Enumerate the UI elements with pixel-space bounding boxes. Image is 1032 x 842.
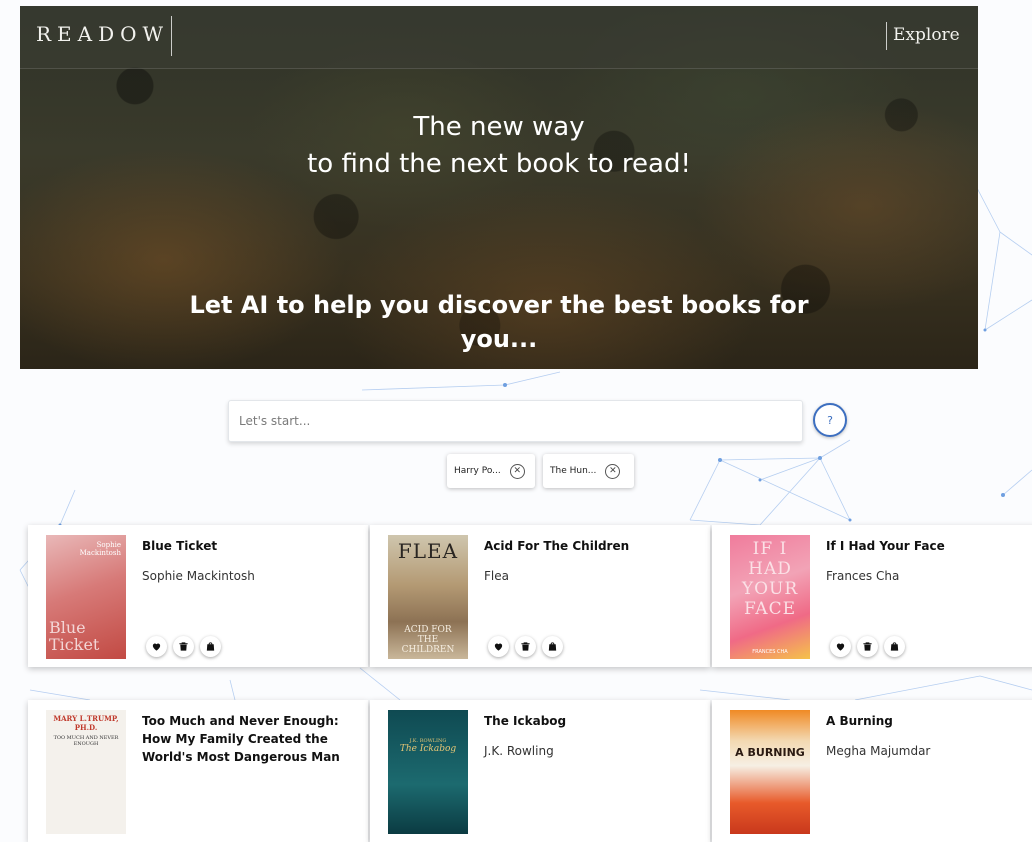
- delete-button[interactable]: [515, 636, 536, 657]
- book-author: Frances Cha: [826, 569, 900, 583]
- book-author: Sophie Mackintosh: [142, 569, 255, 583]
- chip-label: The Hun...: [550, 466, 597, 476]
- like-button[interactable]: [830, 636, 851, 657]
- cover-title-text: ACID FOR THE CHILDREN: [401, 625, 455, 655]
- bag-icon: [206, 642, 215, 651]
- book-cover[interactable]: IF I HAD YOUR FACE FRANCES CHA: [730, 535, 810, 659]
- book-card[interactable]: Sophie Mackintosh Blue Ticket Blue Ticke…: [28, 525, 368, 667]
- hero-subtitle-line2: you...: [460, 325, 538, 353]
- search-bar: [228, 400, 803, 442]
- hero-title: The new way to find the next book to rea…: [20, 109, 978, 183]
- book-title[interactable]: A Burning: [826, 712, 1032, 730]
- book-title[interactable]: Acid For The Children: [484, 537, 700, 555]
- cover-author-text: FRANCES CHA: [752, 649, 788, 655]
- book-cover[interactable]: J.K. ROWLING The Ickabog: [388, 710, 468, 834]
- book-card[interactable]: A BURNING A Burning Megha Majumdar: [712, 700, 1032, 842]
- hero-title-line2: to find the next book to read!: [307, 149, 691, 179]
- cover-title-text: The Ickabog: [399, 744, 457, 754]
- search-input[interactable]: [228, 400, 803, 442]
- book-card[interactable]: J.K. ROWLING The Ickabog The Ickabog J.K…: [370, 700, 710, 842]
- cover-title-text: TOO MUCH AND NEVER ENOUGH: [53, 735, 119, 747]
- explore-divider: [886, 22, 887, 50]
- book-actions: [488, 636, 563, 657]
- navbar: READOW Explore: [20, 6, 978, 69]
- hero-title-line1: The new way: [413, 112, 585, 142]
- selected-book-chip: Harry Po... ✕: [447, 454, 535, 488]
- cover-title-text: IF I HAD YOUR FACE: [741, 539, 799, 619]
- heart-icon: [494, 643, 503, 651]
- hero-banner: READOW Explore The new way to find the n…: [20, 6, 978, 369]
- book-title[interactable]: The Ickabog: [484, 712, 700, 730]
- cover-title-text: A BURNING: [735, 746, 805, 759]
- book-title[interactable]: Blue Ticket: [142, 537, 358, 555]
- book-cover[interactable]: A BURNING: [730, 710, 810, 834]
- hero-subtitle: Let AI to help you discover the best boo…: [170, 288, 828, 356]
- cover-author-text: FLEA: [397, 539, 459, 563]
- selected-book-chip: The Hun... ✕: [543, 454, 634, 488]
- book-author: J.K. Rowling: [484, 744, 554, 758]
- brand-divider: [171, 16, 172, 56]
- trash-icon: [863, 642, 872, 651]
- book-title[interactable]: If I Had Your Face: [826, 537, 1032, 555]
- trash-icon: [179, 642, 188, 651]
- cover-author-text: MARY L.TRUMP, PH.D.: [53, 714, 119, 732]
- book-cover[interactable]: FLEA ACID FOR THE CHILDREN: [388, 535, 468, 659]
- book-author: Flea: [484, 569, 509, 583]
- cover-author-text: Sophie Mackintosh: [79, 541, 121, 557]
- book-card[interactable]: IF I HAD YOUR FACE FRANCES CHA If I Had …: [712, 525, 1032, 667]
- nav-explore-link[interactable]: Explore: [893, 25, 960, 45]
- close-icon[interactable]: ✕: [605, 463, 621, 479]
- delete-button[interactable]: [173, 636, 194, 657]
- brand-logo[interactable]: READOW: [36, 22, 169, 46]
- like-button[interactable]: [488, 636, 509, 657]
- book-card[interactable]: FLEA ACID FOR THE CHILDREN Acid For The …: [370, 525, 710, 667]
- book-card[interactable]: MARY L.TRUMP, PH.D. TOO MUCH AND NEVER E…: [28, 700, 368, 842]
- heart-icon: [152, 643, 161, 651]
- cover-title-text: Blue Ticket: [49, 618, 100, 654]
- like-button[interactable]: [146, 636, 167, 657]
- buy-button[interactable]: [200, 636, 221, 657]
- help-button[interactable]: ?: [813, 403, 847, 437]
- hero-subtitle-line1: Let AI to help you discover the best boo…: [189, 291, 809, 319]
- trash-icon: [521, 642, 530, 651]
- book-actions: [830, 636, 905, 657]
- book-cover[interactable]: Sophie Mackintosh Blue Ticket: [46, 535, 126, 659]
- close-icon[interactable]: ✕: [509, 463, 525, 479]
- book-actions: [146, 636, 221, 657]
- book-author: Megha Majumdar: [826, 744, 931, 758]
- chip-label: Harry Po...: [454, 466, 501, 476]
- heart-icon: [836, 643, 845, 651]
- bag-icon: [890, 642, 899, 651]
- delete-button[interactable]: [857, 636, 878, 657]
- book-cover[interactable]: MARY L.TRUMP, PH.D. TOO MUCH AND NEVER E…: [46, 710, 126, 834]
- buy-button[interactable]: [884, 636, 905, 657]
- book-title[interactable]: Too Much and Never Enough: How My Family…: [142, 712, 358, 766]
- bag-icon: [548, 642, 557, 651]
- buy-button[interactable]: [542, 636, 563, 657]
